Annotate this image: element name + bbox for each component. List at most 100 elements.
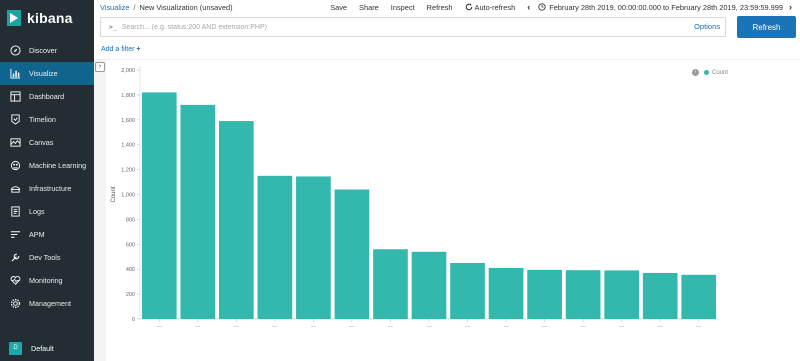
sidebar-item-canvas[interactable]: Canvas xyxy=(0,131,94,154)
sidebar-item-label: APM xyxy=(29,230,45,239)
kibana-logo-icon xyxy=(7,10,21,26)
sidebar-item-label: Logs xyxy=(29,207,45,216)
kibana-app: kibana Discover Visualize Dashboard Timelio… xyxy=(0,0,800,361)
bar xyxy=(488,267,524,319)
sidebar-item-timelion[interactable]: Timelion xyxy=(0,108,94,131)
timelion-icon xyxy=(9,114,21,126)
sidebar-item-discover[interactable]: Discover xyxy=(0,39,94,62)
legend-label[interactable]: Count xyxy=(712,70,728,76)
query-prompt-icon: >_ xyxy=(109,23,117,31)
bar xyxy=(450,262,485,319)
search-input[interactable] xyxy=(121,23,725,31)
x-tick-label: — xyxy=(619,324,624,330)
sidebar-item-label: Machine Learning xyxy=(29,161,87,170)
sidebar-item-label: Infrastructure xyxy=(29,184,72,193)
bar xyxy=(373,249,408,319)
dashboard-icon xyxy=(9,91,21,103)
brand-name: kibana xyxy=(27,10,73,26)
sidebar-item-label: Canvas xyxy=(29,138,54,147)
bar xyxy=(334,189,370,319)
sidebar-item-label: Timelion xyxy=(29,115,56,124)
bar-chart: 0 200 400 600 800 1,000 1,200 1,400 1,600 1,800 2,… xyxy=(106,60,800,361)
sidebar-item-management[interactable]: Management xyxy=(0,292,94,315)
sidebar: kibana Discover Visualize Dashboard Timelio… xyxy=(0,0,94,361)
time-back-chevron-icon[interactable]: ‹ xyxy=(527,2,530,12)
chart-svg: 0 200 400 600 800 1,000 1,200 1,400 1,600 1,800 2,… xyxy=(111,66,718,330)
query-bar: >_ Options Refresh xyxy=(94,15,800,39)
time-picker[interactable]: February 28th 2019, 00:00:00.000 to Febr… xyxy=(538,3,783,12)
bar xyxy=(218,121,254,319)
auto-refresh-label: Auto-refresh xyxy=(474,2,516,12)
y-tick-label: 1,800 xyxy=(121,93,135,99)
filter-bar: Add a filter + xyxy=(94,42,800,60)
x-tick-label: — xyxy=(542,324,547,330)
x-tick-label: — xyxy=(157,324,162,330)
bar xyxy=(604,270,640,319)
sidebar-item-dashboard[interactable]: Dashboard xyxy=(0,85,94,108)
bar xyxy=(681,274,717,319)
save-button[interactable]: Save xyxy=(330,3,347,12)
legend-swatch xyxy=(703,70,709,75)
sidebar-item-label: Dev Tools xyxy=(29,253,61,262)
canvas-icon xyxy=(9,137,21,149)
apm-icon xyxy=(9,229,21,241)
expand-panel-icon[interactable]: › xyxy=(95,62,105,72)
time-range: February 28th 2019, 00:00:00.000 to Febr… xyxy=(549,2,783,12)
breadcrumb-separator: / xyxy=(133,2,136,12)
refresh-link[interactable]: Refresh xyxy=(427,3,453,12)
gear-icon xyxy=(9,298,21,310)
sidebar-item-visualize[interactable]: Visualize xyxy=(0,62,94,85)
heartbeat-icon xyxy=(9,275,21,287)
time-forward-chevron-icon[interactable]: › xyxy=(789,2,792,12)
sidebar-item-machine-learning[interactable]: Machine Learning xyxy=(0,154,94,177)
add-filter-plus-icon: + xyxy=(136,46,141,53)
y-tick-label: 400 xyxy=(126,267,135,273)
refresh-button[interactable]: Refresh xyxy=(737,16,796,38)
sidebar-item-infrastructure[interactable]: Infrastructure xyxy=(0,177,94,200)
auto-refresh-button[interactable]: Auto-refresh xyxy=(465,2,516,12)
bar xyxy=(257,175,293,319)
y-axis-title: Count xyxy=(111,186,117,202)
legend-toggle-icon[interactable]: ‹ xyxy=(691,69,699,76)
x-tick-label: — xyxy=(349,324,354,330)
search-box[interactable]: >_ xyxy=(100,17,726,37)
space-avatar: D xyxy=(9,341,22,355)
y-tick-label: 600 xyxy=(126,242,135,248)
brand[interactable]: kibana xyxy=(0,0,94,36)
share-button[interactable]: Share xyxy=(359,3,379,12)
y-tick-label: 1,400 xyxy=(121,143,135,149)
add-filter-link[interactable]: Add a filter + xyxy=(101,46,141,53)
clock-icon xyxy=(538,3,546,11)
space-selector[interactable]: D Default xyxy=(0,335,94,361)
bar xyxy=(565,270,601,319)
machine-learning-icon xyxy=(9,160,21,172)
x-tick-label: — xyxy=(465,324,470,330)
y-tick-label: 1,000 xyxy=(121,193,135,199)
infrastructure-icon xyxy=(9,183,21,195)
sidebar-item-apm[interactable]: APM xyxy=(0,223,94,246)
x-tick-label: — xyxy=(195,324,200,330)
inspect-button[interactable]: Inspect xyxy=(391,3,415,12)
sidebar-item-monitoring[interactable]: Monitoring xyxy=(0,269,94,292)
bar xyxy=(527,269,562,319)
sidebar-item-dev-tools[interactable]: Dev Tools xyxy=(0,246,94,269)
x-tick-label: — xyxy=(427,324,432,330)
x-tick-label: — xyxy=(311,324,316,330)
x-tick-label: — xyxy=(388,324,393,330)
sidebar-item-logs[interactable]: Logs xyxy=(0,200,94,223)
sidebar-item-label: Management xyxy=(29,299,71,308)
sidebar-item-label: Visualize xyxy=(29,69,58,78)
sidebar-item-label: Monitoring xyxy=(29,276,63,285)
logs-icon xyxy=(9,206,21,218)
breadcrumb-visualize[interactable]: Visualize xyxy=(100,3,129,12)
sidebar-item-label: Discover xyxy=(29,46,57,55)
x-tick-label: — xyxy=(658,324,663,330)
chart-legend: ‹ Count xyxy=(691,69,728,76)
query-options-link[interactable]: Options xyxy=(694,22,720,31)
top-actions: Save Share Inspect Refresh Auto-refresh … xyxy=(330,0,800,14)
chart-icon xyxy=(9,68,21,80)
editor-panel-collapsed xyxy=(94,60,106,361)
bar xyxy=(642,272,678,319)
x-tick-label: — xyxy=(272,324,277,330)
x-tick-label: — xyxy=(696,324,701,330)
